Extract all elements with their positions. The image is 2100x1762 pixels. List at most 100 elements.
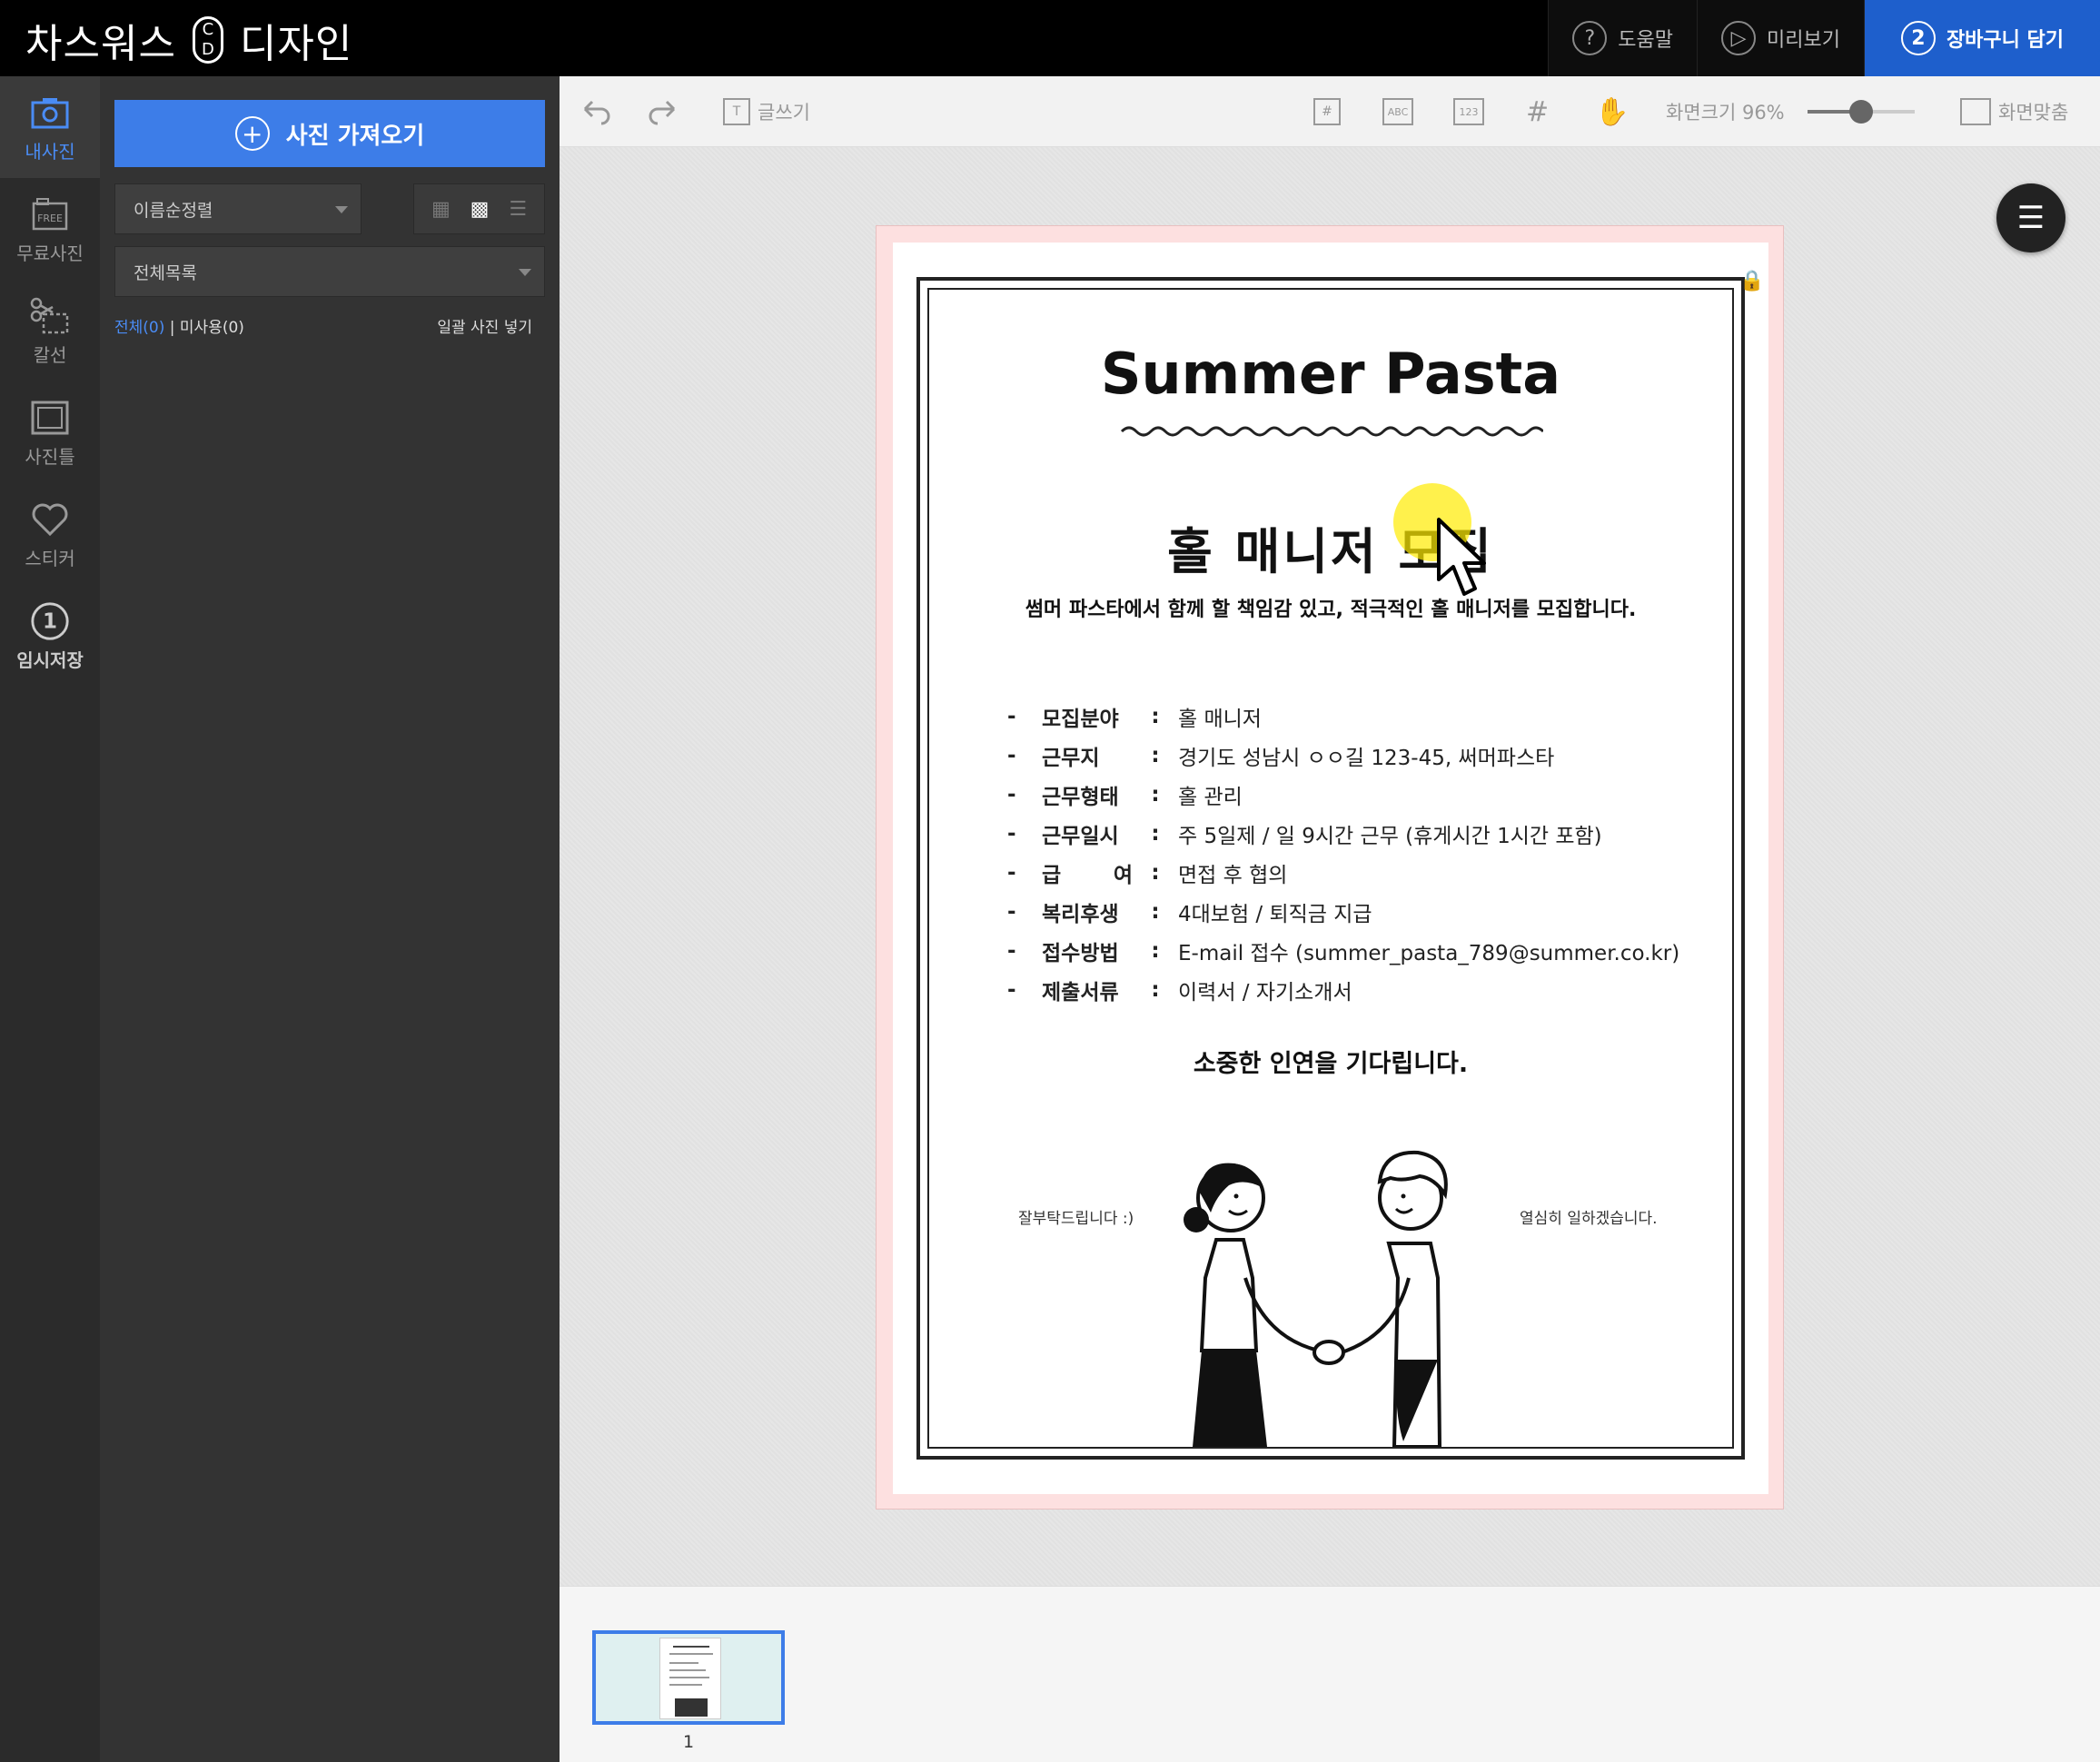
filter-all[interactable]: 전체(0) (114, 319, 164, 337)
small-grid-icon[interactable]: ▦ (431, 198, 451, 221)
fit-screen-icon (1960, 98, 1991, 125)
rail-label: 칼선 (33, 343, 67, 366)
album-select[interactable]: 전체목록 (114, 246, 545, 297)
handshake-illustration[interactable] (1165, 1142, 1492, 1447)
free-photo-icon: FREE (29, 193, 71, 235)
frame-icon (29, 397, 71, 439)
redo-button[interactable] (647, 76, 678, 147)
rail-photo-frame[interactable]: 사진틀 (0, 381, 100, 483)
scissors-icon (29, 295, 71, 337)
layers-menu-button[interactable]: ☰ (1996, 183, 2065, 252)
page-bleed: 🔒 Summer Pasta 홀 매니저 모집 썸머 파스타에서 함께 할 책임… (876, 225, 1784, 1510)
rail-label: 무료사진 (16, 242, 84, 264)
poster-title[interactable]: Summer Pasta (893, 341, 1768, 407)
detail-row: - 모집분야: 홀 매니저 (1007, 697, 1698, 736)
detail-row: - 근무형태: 홀 관리 (1007, 775, 1698, 814)
rail-free-photos[interactable]: FREE 무료사진 (0, 178, 100, 280)
top-actions: ? 도움말 ▷ 미리보기 2 장바구니 담기 (1548, 0, 2100, 76)
design-page[interactable]: 🔒 Summer Pasta 홀 매니저 모집 썸머 파스타에서 함께 할 책임… (893, 243, 1768, 1494)
large-grid-icon[interactable]: ▩ (471, 198, 490, 221)
page-thumbnail-strip: 1 (560, 1586, 2100, 1762)
detail-label: 근무일시 (1042, 824, 1119, 848)
spell-check-button[interactable]: ABC (1382, 76, 1421, 147)
sort-select[interactable]: 이름순정렬 (114, 183, 362, 234)
abc-icon: ABC (1382, 98, 1413, 125)
preview-button[interactable]: ▷ 미리보기 (1697, 0, 1864, 76)
import-label: 사진 가져오기 (285, 122, 425, 150)
caret-down-icon (519, 269, 531, 276)
grid-icon: # (1526, 95, 1550, 128)
photo-panel: + 사진 가져오기 이름순정렬 ▦ ▩ ☰ 전체목록 전체(0) | 미사용(0… (100, 76, 560, 1762)
list-menu-icon: ☰ (2016, 200, 2046, 236)
logo-badge: C D (192, 16, 223, 64)
left-rail: 내사진 FREE 무료사진 칼선 사진틀 스티커 1 임시저장 (0, 76, 100, 1762)
zoom-slider[interactable] (1808, 100, 1915, 124)
cart-label: 장바구니 담기 (1946, 29, 2065, 52)
save-count-icon: 1 (29, 600, 71, 642)
number-tool-button[interactable]: 123 (1453, 76, 1491, 147)
page-number-icon: # (1313, 98, 1341, 125)
rail-label: 사진틀 (25, 445, 75, 468)
poster-heading[interactable]: 홀 매니저 모집 (893, 511, 1768, 583)
detail-label: 접수방법 (1042, 941, 1119, 965)
text-tool-label: 글쓰기 (758, 102, 810, 124)
help-button[interactable]: ? 도움말 (1548, 0, 1698, 76)
album-value: 전체목록 (134, 262, 197, 283)
design-label: 디자인 (239, 21, 353, 67)
question-icon: ? (1572, 21, 1608, 55)
rail-cut-line[interactable]: 칼선 (0, 280, 100, 381)
filter-separator: | (169, 319, 175, 337)
detail-row: -급 여: 면접 후 협의 (1007, 853, 1698, 892)
redo-icon (649, 100, 676, 125)
badge-letter-top: C (202, 20, 214, 39)
text-box-icon: T (723, 98, 750, 125)
page-number-button[interactable]: # (1313, 76, 1348, 147)
detail-value: 4대보험 / 퇴직금 지급 (1178, 902, 1372, 926)
save-count-badge: 1 (43, 609, 57, 633)
undo-button[interactable] (581, 76, 612, 147)
thumbnail-preview (659, 1638, 721, 1719)
undo-icon (583, 100, 610, 125)
rail-temp-save[interactable]: 1 임시저장 (0, 585, 100, 687)
view-mode-toggle: ▦ ▩ ☰ (413, 183, 545, 234)
rail-my-photos[interactable]: 내사진 (0, 76, 100, 178)
svg-text:FREE: FREE (37, 213, 63, 224)
fit-screen-label: 화면맞춤 (1998, 102, 2069, 124)
import-photos-button[interactable]: + 사진 가져오기 (114, 100, 545, 167)
photo-filters: 전체(0) | 미사용(0) 일괄 사진 넣기 (114, 314, 545, 337)
hand-icon: ✋ (1595, 95, 1629, 128)
filter-unused[interactable]: 미사용(0) (180, 319, 244, 337)
rail-sticker[interactable]: 스티커 (0, 483, 100, 585)
detail-label: 근무지 (1042, 746, 1100, 770)
poster-subheading[interactable]: 썸머 파스타에서 함께 할 책임감 있고, 적극적인 홀 매니저를 모집합니다. (893, 593, 1768, 622)
app-logo: 차스워스 C D 디자인 (25, 11, 352, 69)
rail-label: 임시저장 (16, 648, 84, 671)
job-details-list[interactable]: - 모집분야: 홀 매니저 - 근무지: 경기도 성남시 ㅇㅇ길 123-45, 써머파… (1007, 697, 1698, 1009)
zoom-slider-handle[interactable] (1849, 100, 1873, 124)
bulk-insert-link[interactable]: 일괄 사진 넣기 (437, 314, 532, 337)
detail-value: 면접 후 협의 (1178, 863, 1288, 887)
top-bar: 차스워스 C D 디자인 ? 도움말 ▷ 미리보기 2 장바구니 담기 (0, 0, 2100, 76)
poster-closing[interactable]: 소중한 인연을 기다립니다. (893, 1044, 1768, 1079)
plus-icon: + (234, 116, 270, 151)
page-thumbnail[interactable] (592, 1630, 785, 1725)
text-tool-button[interactable]: T 글쓰기 (723, 76, 810, 147)
detail-value: 이력서 / 자기소개서 (1178, 980, 1352, 1005)
lock-icon[interactable]: 🔒 (1739, 270, 1764, 292)
list-view-icon[interactable]: ☰ (509, 198, 527, 221)
caption-right[interactable]: 열심히 일하겠습니다. (1520, 1205, 1658, 1228)
add-to-cart-button[interactable]: 2 장바구니 담기 (1864, 0, 2100, 76)
detail-row: - 제출서류: 이력서 / 자기소개서 (1007, 970, 1698, 1009)
grid-toggle-button[interactable]: # (1526, 76, 1549, 147)
number-123-icon: 123 (1453, 98, 1484, 125)
caret-down-icon (335, 206, 348, 213)
badge-letter-bottom: D (201, 40, 214, 59)
mouse-cursor-icon (1437, 518, 1486, 596)
hand-tool-button[interactable]: ✋ (1595, 76, 1629, 147)
fit-screen-button[interactable]: 화면맞춤 (1960, 76, 2068, 147)
play-icon: ▷ (1721, 21, 1757, 55)
detail-value: 홀 매니저 (1178, 707, 1262, 731)
detail-label: 근무형태 (1042, 785, 1119, 809)
caption-left[interactable]: 잘부탁드립니다 :) (1018, 1205, 1134, 1228)
detail-label: 제출서류 (1042, 980, 1119, 1005)
